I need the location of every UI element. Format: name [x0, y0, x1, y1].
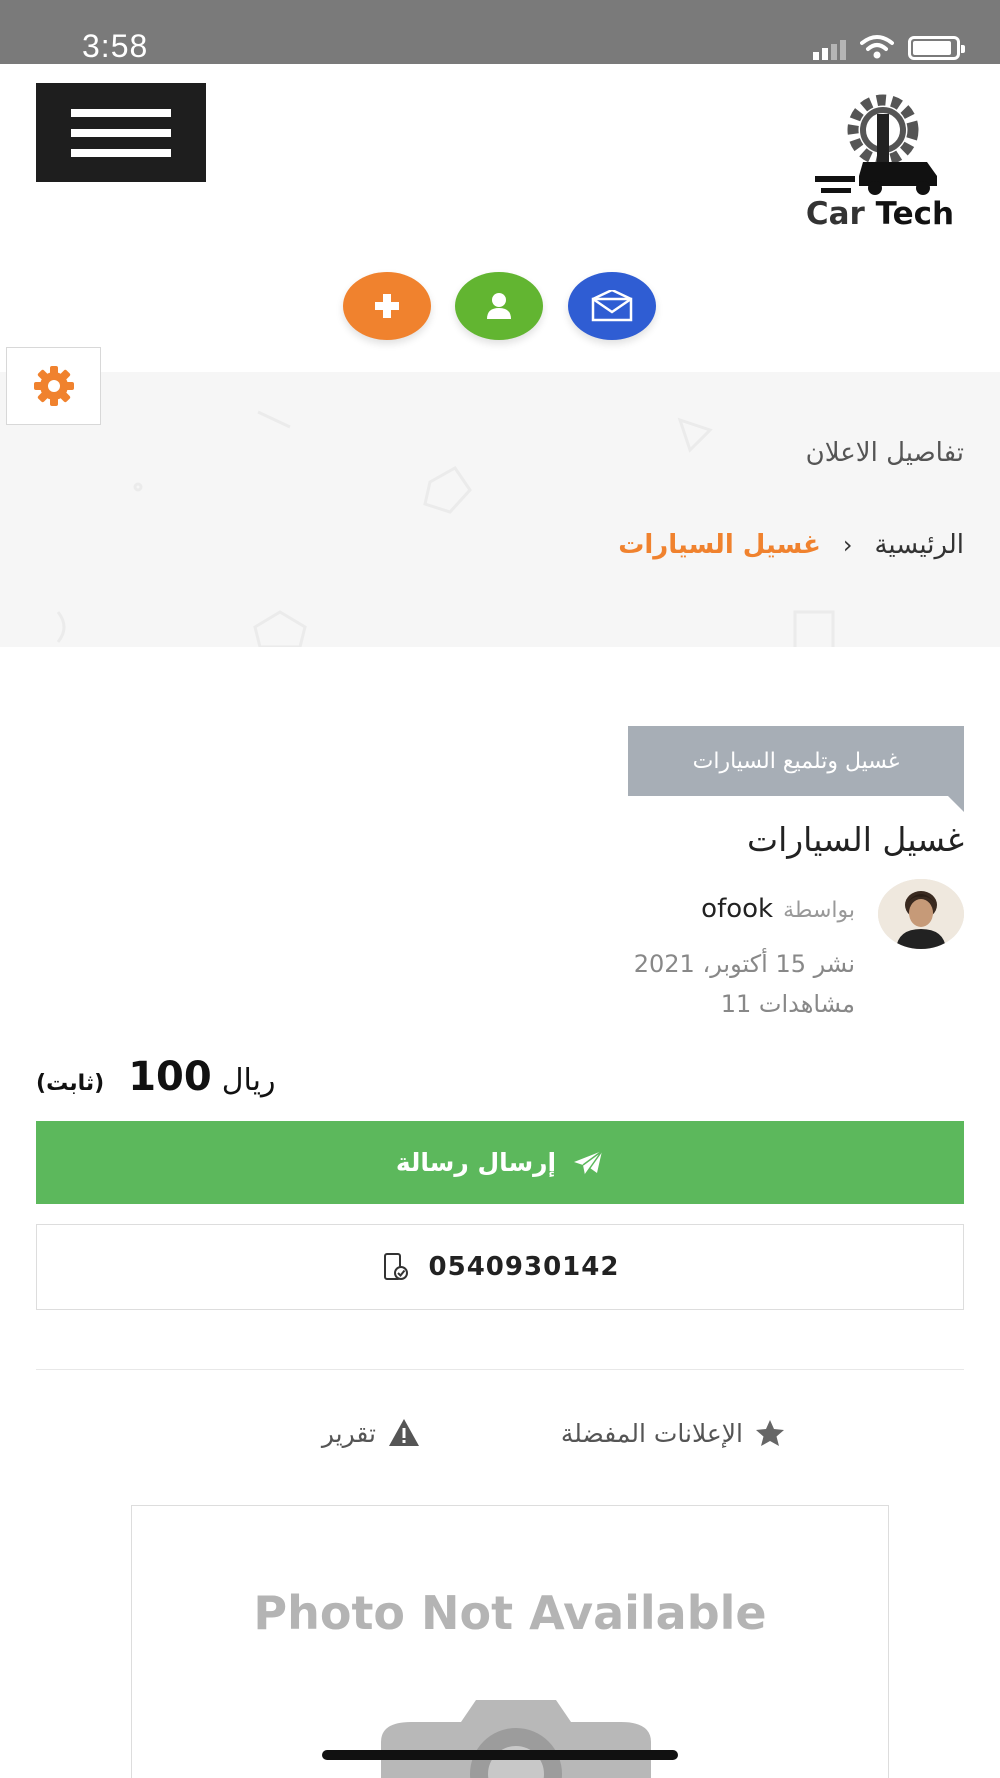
avatar[interactable] — [878, 879, 964, 949]
user-icon — [487, 293, 511, 319]
phone-icon — [383, 1253, 408, 1280]
breadcrumb: الرئيسية ‹ غسيل السيارات — [618, 530, 964, 560]
breadcrumb-current[interactable]: غسيل السيارات — [618, 530, 821, 560]
settings-button[interactable] — [6, 347, 101, 425]
home-indicator — [322, 1750, 678, 1760]
author-photo — [878, 879, 964, 949]
report-link[interactable]: تقرير — [322, 1418, 420, 1448]
envelope-icon — [591, 290, 633, 322]
signal-icon — [813, 38, 846, 60]
battery-icon — [908, 36, 965, 60]
send-message-button[interactable]: إرسال رسالة — [36, 1121, 964, 1204]
plus-icon — [375, 294, 399, 318]
phone-button[interactable]: 0540930142 — [36, 1224, 964, 1310]
send-message-label: إرسال رسالة — [395, 1148, 557, 1177]
logo[interactable]: Car Tech — [790, 92, 970, 232]
status-time: 3:58 — [82, 28, 149, 64]
add-listing-button[interactable] — [343, 272, 431, 340]
price-amount: 100 — [128, 1054, 212, 1100]
photo-placeholder-text: Photo Not Available — [253, 1586, 767, 1640]
phone-number: 0540930142 — [428, 1252, 620, 1282]
menu-button[interactable] — [36, 83, 206, 182]
page-hero: تفاصيل الاعلان الرئيسية ‹ غسيل السيارات — [0, 372, 1000, 647]
listing-photo[interactable]: Photo Not Available — [131, 1505, 889, 1778]
warning-icon — [389, 1419, 419, 1446]
author-line: بواسطة ofook — [701, 894, 855, 924]
by-label: بواسطة — [783, 898, 855, 923]
hero-background-pattern — [56, 410, 835, 647]
favorites-link[interactable]: الإعلانات المفضلة — [561, 1418, 785, 1448]
author-name[interactable]: ofook — [701, 894, 773, 924]
messages-button[interactable] — [568, 272, 656, 340]
divider — [36, 1369, 964, 1370]
account-button[interactable] — [455, 272, 543, 340]
published-date: نشر 15 أكتوبر، 2021 — [633, 950, 855, 978]
views-count: مشاهدات 11 — [720, 990, 855, 1018]
star-icon — [756, 1420, 784, 1446]
price: (ثابت) 100 ريال — [36, 1054, 275, 1100]
listing-title: غسيل السيارات — [747, 820, 964, 859]
paper-plane-icon — [574, 1149, 603, 1175]
favorites-label: الإعلانات المفضلة — [560, 1418, 743, 1448]
status-icons — [813, 34, 965, 60]
breadcrumb-separator: ‹ — [842, 531, 853, 559]
category-tag[interactable]: غسيل وتلميع السيارات — [628, 726, 964, 812]
camera-icon — [381, 1700, 651, 1778]
status-bar: 3:58 — [0, 0, 1000, 64]
logo-gear-icon — [815, 94, 937, 195]
wifi-icon — [860, 35, 894, 59]
report-label: تقرير — [321, 1418, 376, 1448]
page-title: تفاصيل الاعلان — [805, 438, 964, 468]
price-currency: ريال — [221, 1063, 276, 1098]
logo-text: Car Tech — [805, 196, 955, 232]
price-type: (ثابت) — [36, 1071, 105, 1096]
breadcrumb-home-link[interactable]: الرئيسية — [874, 530, 964, 560]
gear-icon — [33, 366, 74, 406]
